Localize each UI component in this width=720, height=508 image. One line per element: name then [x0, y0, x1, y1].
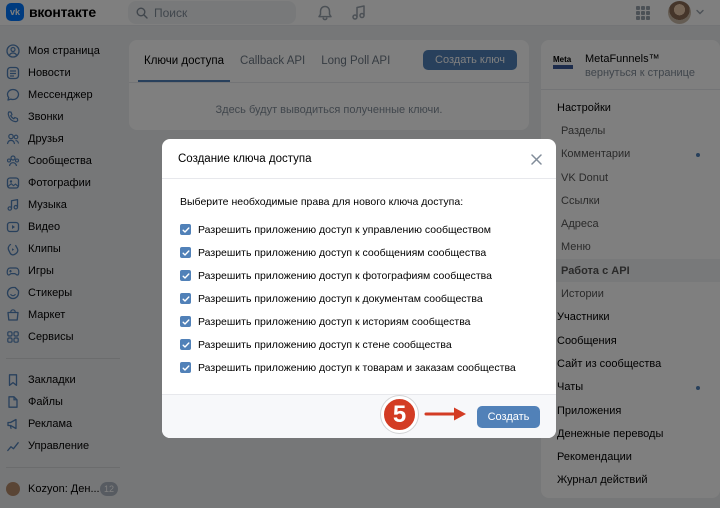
- permission-label: Разрешить приложению доступ к сообщениям…: [198, 246, 487, 259]
- permission-row[interactable]: Разрешить приложению доступ к сообщениям…: [180, 241, 538, 264]
- permission-row[interactable]: Разрешить приложению доступ к документам…: [180, 287, 538, 310]
- permission-checkbox[interactable]: [180, 247, 191, 258]
- check-icon: [182, 226, 189, 233]
- permission-label: Разрешить приложению доступ к фотография…: [198, 269, 492, 282]
- permission-label: Разрешить приложению доступ к документам…: [198, 292, 483, 305]
- permission-row[interactable]: Разрешить приложению доступ к стене сооб…: [180, 333, 538, 356]
- modal-title: Создание ключа доступа: [178, 153, 312, 165]
- permission-checkbox[interactable]: [180, 224, 191, 235]
- check-icon: [182, 341, 189, 348]
- modal-prompt: Выберите необходимые права для нового кл…: [180, 196, 464, 208]
- check-icon: [182, 318, 189, 325]
- permissions-list: Разрешить приложению доступ к управлению…: [180, 218, 538, 379]
- permission-checkbox[interactable]: [180, 339, 191, 350]
- check-icon: [182, 249, 189, 256]
- close-icon: [530, 153, 542, 165]
- permission-label: Разрешить приложению доступ к управлению…: [198, 223, 491, 236]
- permission-row[interactable]: Разрешить приложению доступ к историям с…: [180, 310, 538, 333]
- check-icon: [182, 272, 189, 279]
- create-button[interactable]: Создать: [477, 406, 540, 428]
- modal-body: Выберите необходимые права для нового кл…: [162, 179, 556, 379]
- permission-label: Разрешить приложению доступ к историям с…: [198, 315, 471, 328]
- arrow-right-icon: [424, 407, 466, 421]
- modal-header: Создание ключа доступа: [162, 139, 556, 179]
- permission-checkbox[interactable]: [180, 293, 191, 304]
- check-icon: [182, 295, 189, 302]
- permission-checkbox[interactable]: [180, 270, 191, 281]
- modal-footer: Создать: [162, 394, 556, 438]
- check-icon: [182, 364, 189, 371]
- step-number-badge: 5: [381, 396, 418, 433]
- permission-row[interactable]: Разрешить приложению доступ к управлению…: [180, 218, 538, 241]
- permission-label: Разрешить приложению доступ к стене сооб…: [198, 338, 452, 351]
- permission-label: Разрешить приложению доступ к товарам и …: [198, 361, 516, 374]
- create-key-modal: Создание ключа доступа Выберите необходи…: [162, 139, 556, 438]
- close-button[interactable]: [526, 149, 546, 169]
- permission-row[interactable]: Разрешить приложению доступ к товарам и …: [180, 356, 538, 379]
- permission-row[interactable]: Разрешить приложению доступ к фотография…: [180, 264, 538, 287]
- permission-checkbox[interactable]: [180, 362, 191, 373]
- permission-checkbox[interactable]: [180, 316, 191, 327]
